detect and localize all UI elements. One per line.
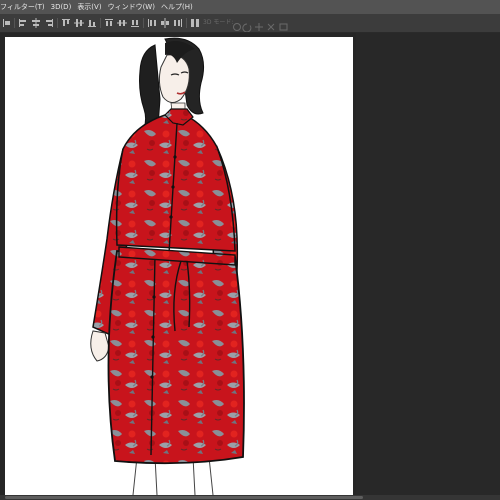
distribute-bottom-icon[interactable] bbox=[130, 18, 140, 28]
toolbar-separator bbox=[100, 18, 101, 28]
horizontal-scrollbar-thumb[interactable] bbox=[5, 496, 363, 499]
menu-bar: フィルター(T) 3D(D) 表示(V) ウィンドウ(W) ヘルプ(H) bbox=[0, 0, 500, 14]
auto-align-layers-icon[interactable] bbox=[190, 18, 200, 28]
distribute-top-icon[interactable] bbox=[104, 18, 114, 28]
align-horizontal-centers-icon[interactable] bbox=[31, 18, 41, 28]
distribute-left-edges-icon[interactable] bbox=[147, 18, 157, 28]
toolbar-separator bbox=[143, 18, 144, 28]
menu-3d[interactable]: 3D(D) bbox=[51, 3, 72, 11]
menu-view[interactable]: 表示(V) bbox=[77, 2, 101, 12]
align-bottom-edges-icon[interactable] bbox=[87, 18, 97, 28]
side-panel bbox=[356, 33, 500, 500]
distribute-vertical-centers-icon[interactable] bbox=[117, 18, 127, 28]
toolbar-separator bbox=[186, 18, 187, 28]
3d-mode-icons bbox=[233, 23, 288, 33]
document-canvas[interactable] bbox=[5, 37, 353, 495]
align-right-edges-icon[interactable] bbox=[44, 18, 54, 28]
toolbar-separator bbox=[57, 18, 58, 28]
align-top-edges-icon[interactable] bbox=[61, 18, 71, 28]
distribute-left-icon[interactable] bbox=[2, 18, 12, 28]
fashion-illustration bbox=[90, 37, 245, 495]
menu-window[interactable]: ウィンドウ(W) bbox=[108, 2, 155, 12]
3d-mode-tools bbox=[232, 17, 312, 33]
distribute-horizontal-centers-icon[interactable] bbox=[160, 18, 170, 28]
menu-filter[interactable]: フィルター(T) bbox=[0, 2, 45, 12]
align-left-edges-icon[interactable] bbox=[18, 18, 28, 28]
distribute-right-edges-icon[interactable] bbox=[173, 18, 183, 28]
menu-help[interactable]: ヘルプ(H) bbox=[161, 2, 193, 12]
align-vertical-centers-icon[interactable] bbox=[74, 18, 84, 28]
mode-3d-label: 3D モード: bbox=[203, 19, 234, 26]
toolbar-separator bbox=[14, 18, 15, 28]
